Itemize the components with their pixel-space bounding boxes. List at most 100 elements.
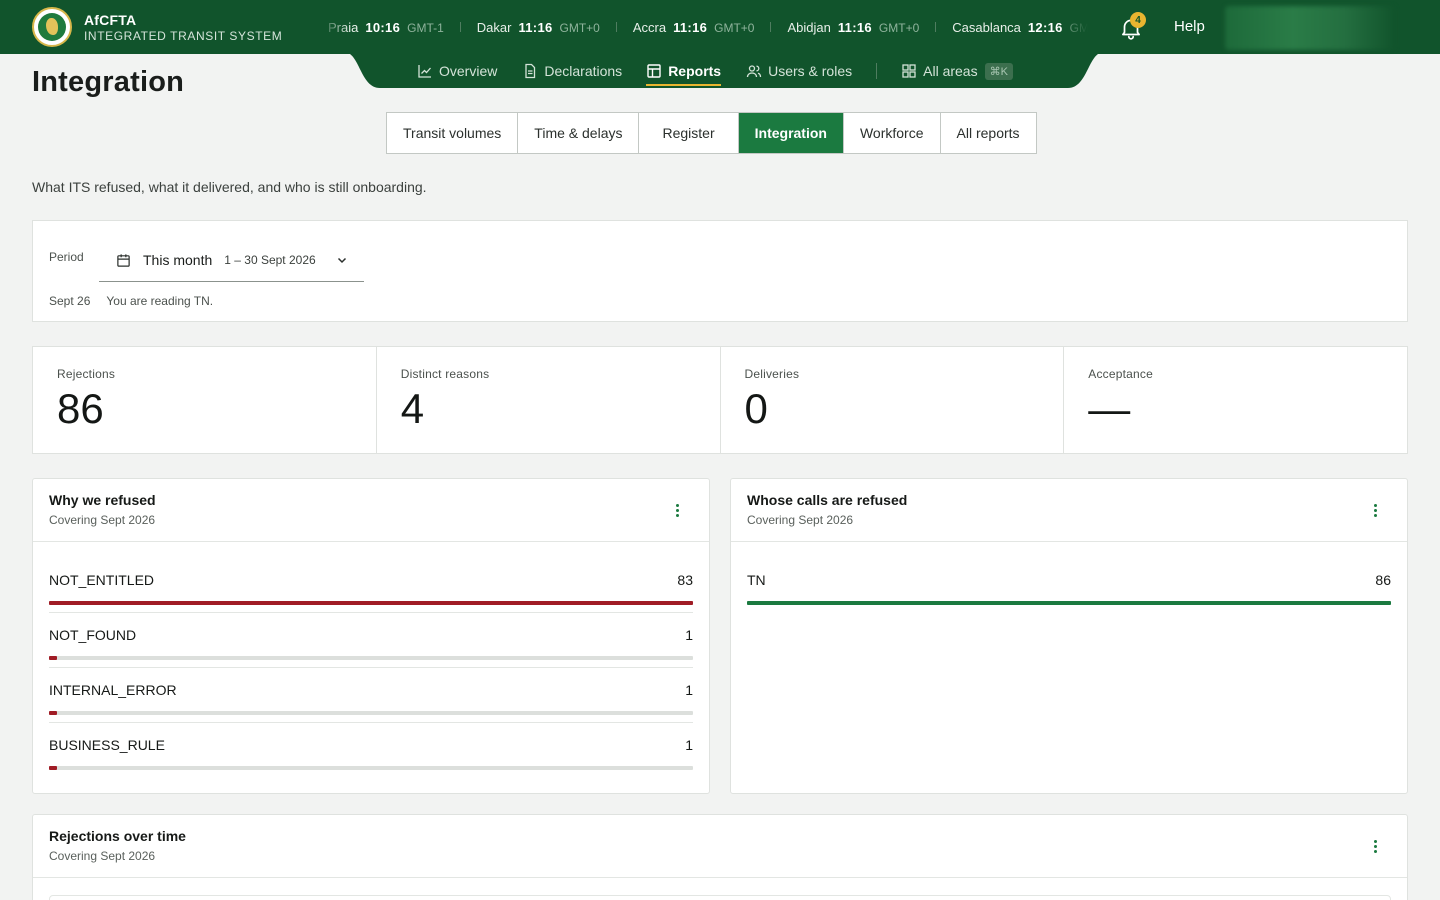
- reason-count: 1: [685, 737, 693, 753]
- period-date-range: 1 – 30 Sept 2026: [224, 253, 316, 267]
- tab-workforce[interactable]: Workforce: [844, 113, 941, 153]
- help-link[interactable]: Help: [1174, 18, 1205, 35]
- bar-track: [747, 601, 1391, 605]
- page-subtitle: What ITS refused, what it delivered, and…: [32, 179, 427, 195]
- keyboard-shortcut-badge: ⌘K: [984, 62, 1013, 80]
- reason-count: 83: [677, 572, 693, 588]
- panel-subtitle: Covering Sept 2026: [49, 849, 156, 863]
- panel-header: Rejections over time Covering Sept 2026: [33, 815, 1407, 878]
- reason-count: 1: [685, 682, 693, 698]
- caller-label: TN: [747, 572, 766, 588]
- main-nav: Overview Declarations Reports Users & ro…: [344, 52, 1104, 88]
- reason-label: BUSINESS_RULE: [49, 737, 165, 753]
- bar-track: [49, 766, 693, 770]
- table-icon: [647, 64, 661, 78]
- period-footer-date: Sept 26: [49, 294, 91, 308]
- clock-city: Dakar: [476, 19, 512, 35]
- nav-divider: [876, 63, 878, 79]
- clock-time: 11:16: [837, 19, 872, 35]
- tab-time-delays[interactable]: Time & delays: [518, 113, 640, 153]
- user-profile-menu[interactable]: [1225, 6, 1395, 50]
- clock-city: Abidjan: [787, 19, 831, 35]
- users-icon: [746, 65, 762, 78]
- nav-label: Overview: [439, 63, 498, 79]
- kpi-value: 4: [400, 385, 425, 432]
- clock-time: 12:16: [1027, 19, 1063, 35]
- notification-count-badge: 4: [1130, 12, 1146, 28]
- kpi-label: Acceptance: [1088, 367, 1153, 381]
- bar-fill: [49, 711, 57, 715]
- tab-integration[interactable]: Integration: [738, 113, 844, 153]
- nav-declarations[interactable]: Declarations: [522, 54, 622, 88]
- top-bar: AfCFTA INTEGRATED TRANSIT SYSTEM Praia 1…: [0, 0, 1440, 54]
- more-options-icon[interactable]: [1365, 835, 1385, 857]
- nav-all-areas[interactable]: All areas ⌘K: [901, 54, 1013, 88]
- clock-dakar: Dakar 11:16 GMT+0: [461, 20, 616, 35]
- clock-timezone: GMT+1: [1069, 20, 1088, 35]
- clock-time: 11:16: [673, 19, 708, 35]
- bar-track: [49, 656, 693, 660]
- kpi-distinct-reasons: Distinct reasons 4: [377, 347, 721, 453]
- caller-list: TN 86: [731, 542, 1407, 613]
- kpi-value: 0: [744, 385, 768, 432]
- kpi-label: Deliveries: [744, 367, 800, 381]
- clock-casablanca: Casablanca 12:16 GMT+1: [936, 20, 1088, 35]
- rejections-over-time-panel: Rejections over time Covering Sept 2026: [32, 814, 1408, 900]
- caller-count: 86: [1375, 572, 1391, 588]
- bar-fill: [49, 656, 57, 660]
- clock-time: 11:16: [518, 19, 553, 35]
- brand-name: AfCFTA: [84, 11, 137, 28]
- period-footer-note: You are reading TN.: [106, 294, 214, 308]
- document-icon: [525, 63, 536, 79]
- kpi-value: —: [1088, 385, 1131, 432]
- reason-label: NOT_ENTITLED: [49, 572, 155, 588]
- clock-city: Praia: [328, 19, 359, 35]
- list-item: INTERNAL_ERROR 1: [49, 668, 693, 723]
- panel-header: Whose calls are refused Covering Sept 20…: [731, 479, 1407, 542]
- panel-title: Whose calls are refused: [747, 492, 908, 508]
- brand-subtitle: INTEGRATED TRANSIT SYSTEM: [84, 28, 283, 43]
- clock-abidjan: Abidjan 11:16 GMT+0: [771, 20, 935, 35]
- tab-transit-volumes[interactable]: Transit volumes: [387, 113, 519, 153]
- clock-praia: Praia 10:16 GMT-1: [320, 20, 460, 35]
- reason-label: INTERNAL_ERROR: [49, 682, 177, 698]
- afcfta-logo: [32, 7, 72, 47]
- page-title: Integration: [32, 66, 185, 98]
- nav-label: Reports: [668, 63, 722, 79]
- bar-track: [49, 711, 693, 715]
- brand[interactable]: AfCFTA INTEGRATED TRANSIT SYSTEM: [32, 7, 282, 47]
- bar-fill: [49, 601, 693, 605]
- nav-label: All areas: [923, 63, 978, 79]
- more-options-icon[interactable]: [1365, 499, 1385, 521]
- chart-area: [49, 895, 1391, 900]
- calendar-icon: [117, 253, 130, 267]
- reason-label: NOT_FOUND: [49, 627, 137, 643]
- kpi-value: 86: [57, 385, 104, 432]
- grid-icon: [902, 64, 916, 78]
- nav-users-roles[interactable]: Users & roles: [746, 54, 852, 88]
- nav-reports[interactable]: Reports: [646, 54, 721, 88]
- whose-calls-panel: Whose calls are refused Covering Sept 20…: [730, 478, 1408, 794]
- clock-accra: Accra 11:16 GMT+0: [617, 20, 771, 35]
- clock-timezone: GMT+0: [559, 20, 600, 35]
- world-clocks: Praia 10:16 GMT-1 Dakar 11:16 GMT+0 Accr…: [320, 0, 1088, 54]
- nav-overview[interactable]: Overview: [417, 54, 497, 88]
- panel-title: Why we refused: [49, 492, 156, 508]
- period-filter-card: Period This month 1 – 30 Sept 2026 Sept …: [32, 220, 1408, 322]
- refusal-reason-list: NOT_ENTITLED 83 NOT_FOUND 1 INTERNAL_ERROR…: [33, 542, 709, 778]
- clock-time: 10:16: [365, 19, 401, 35]
- tab-register[interactable]: Register: [639, 113, 739, 153]
- panel-header: Why we refused Covering Sept 2026: [33, 479, 709, 542]
- nav-label: Declarations: [544, 63, 623, 79]
- list-item: NOT_ENTITLED 83: [49, 558, 693, 613]
- chevron-down-icon: [337, 257, 347, 264]
- more-options-icon[interactable]: [667, 499, 687, 521]
- period-selected-value: This month: [143, 252, 213, 268]
- period-select[interactable]: This month 1 – 30 Sept 2026: [99, 239, 364, 282]
- kpi-label: Distinct reasons: [400, 367, 490, 381]
- tab-all-reports[interactable]: All reports: [941, 113, 1036, 153]
- kpi-deliveries: Deliveries 0: [721, 347, 1065, 453]
- panel-title: Rejections over time: [49, 828, 186, 844]
- clock-timezone: GMT-1: [407, 20, 444, 35]
- why-refused-panel: Why we refused Covering Sept 2026 NOT_EN…: [32, 478, 710, 794]
